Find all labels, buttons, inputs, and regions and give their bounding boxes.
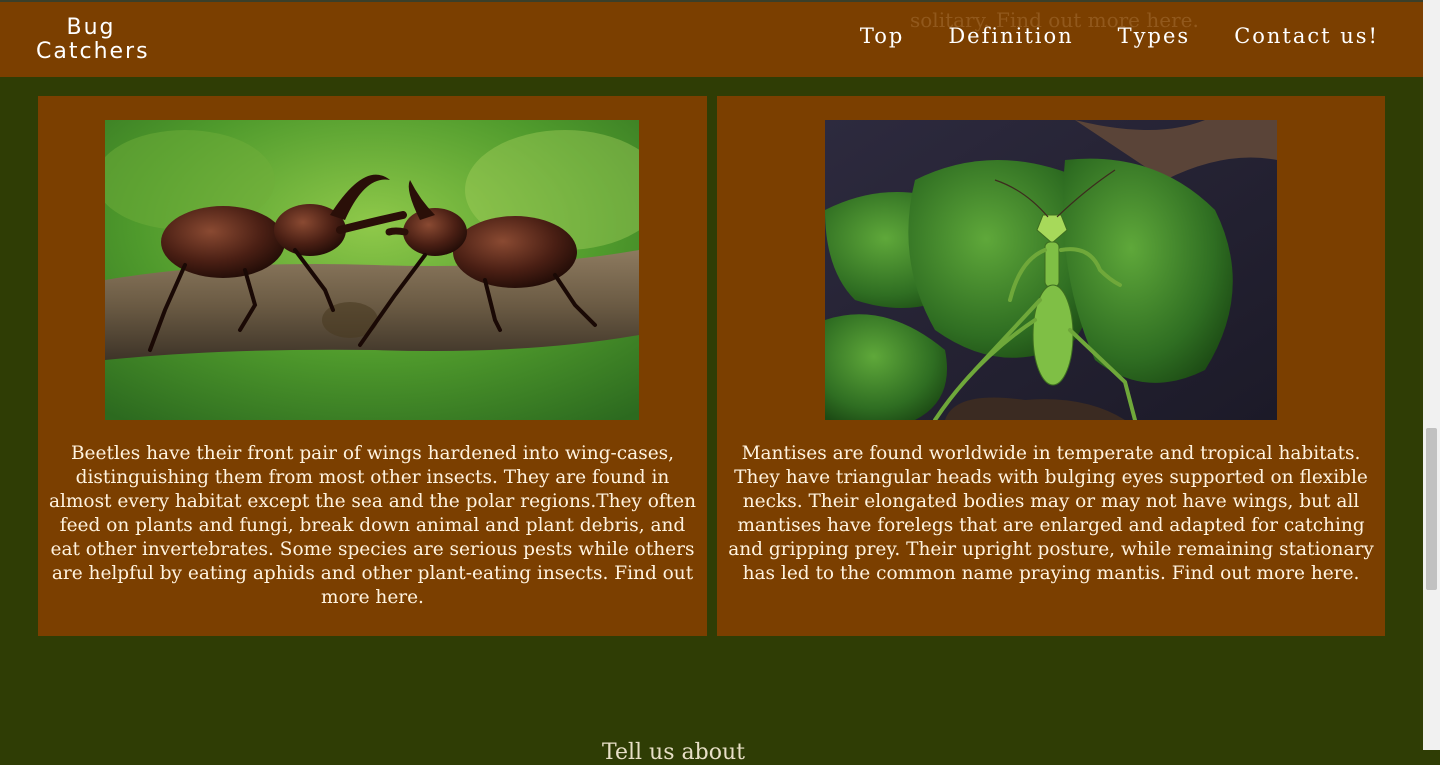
scrollbar-thumb[interactable]	[1426, 428, 1437, 590]
beetle-card: Beetles have their front pair of wings h…	[38, 96, 707, 636]
nav-link-top[interactable]: Top	[860, 24, 904, 48]
background-scroll-text: solitary. Find out more here.	[910, 8, 1199, 32]
footer-heading-partial: Tell us about	[602, 740, 745, 765]
mantis-card: Mantises are found worldwide in temperat…	[717, 96, 1385, 636]
nav-link-contact[interactable]: Contact us!	[1234, 24, 1379, 48]
mantis-description: Mantises are found worldwide in temperat…	[728, 443, 1374, 584]
site-logo[interactable]: Bug Catchers	[36, 15, 150, 64]
logo-line-1: Bug	[66, 15, 116, 40]
logo-line-2: Catchers	[36, 39, 150, 64]
beetle-description: Beetles have their front pair of wings h…	[48, 443, 697, 608]
beetle-image	[105, 120, 639, 420]
mantis-image	[825, 120, 1277, 420]
page-scrollbar[interactable]	[1423, 0, 1440, 750]
navbar: solitary. Find out more here. Bug Catche…	[0, 0, 1423, 77]
